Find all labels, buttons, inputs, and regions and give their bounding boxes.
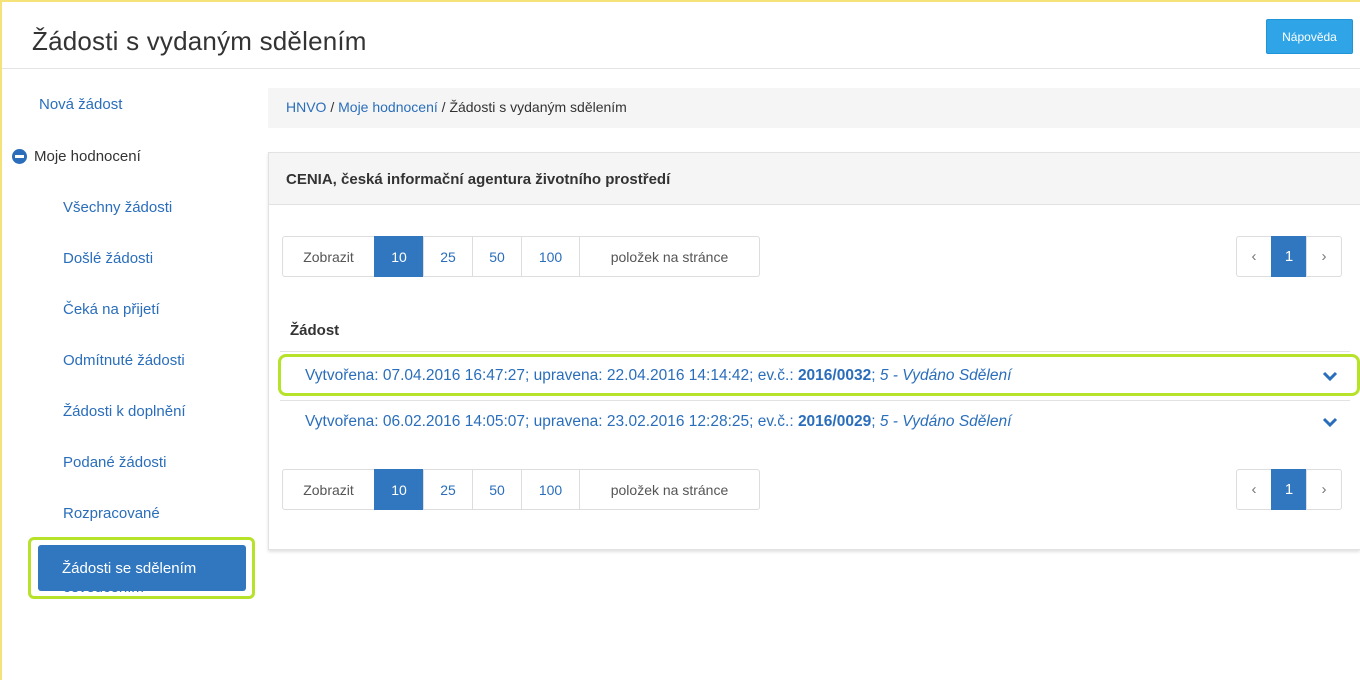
ev-number: 2016/0032 (797, 367, 872, 384)
sidebar-group-label: Moje hodnocení (34, 148, 141, 165)
help-button[interactable]: Nápověda (1266, 19, 1353, 54)
ev-number: 2016/0029 (797, 413, 872, 430)
minus-circle-icon[interactable] (12, 149, 27, 164)
table-row-divider (280, 400, 1350, 401)
pagination-next-button[interactable]: › (1306, 236, 1342, 277)
page-size-option-25[interactable]: 25 (423, 236, 473, 277)
column-header-request: Žádost (290, 322, 340, 339)
breadcrumb-separator: / (330, 99, 339, 115)
page-size-option-25[interactable]: 25 (423, 469, 473, 510)
page-size-option-100[interactable]: 100 (521, 469, 580, 510)
page-size-prefix: Zobrazit (282, 236, 375, 277)
pagination-prev-button[interactable]: ‹ (1236, 236, 1272, 277)
page-size-option-10[interactable]: 10 (374, 236, 424, 277)
pagination-page-1[interactable]: 1 (1271, 236, 1307, 277)
table-row[interactable]: Vytvořena: 06.02.2016 14:05:07; upravena… (305, 413, 1011, 431)
page-size-prefix: Zobrazit (282, 469, 375, 510)
page-size-option-10[interactable]: 10 (374, 469, 424, 510)
page-size-selector-bottom: Zobrazit 10 25 50 100 položek na stránce (282, 469, 760, 510)
sidebar-item-all-requests[interactable]: Všechny žádosti (63, 199, 172, 216)
page-size-option-50[interactable]: 50 (472, 469, 522, 510)
status-text: 5 - Vydáno Sdělení (879, 367, 1012, 384)
status-text: 5 - Vydáno Sdělení (879, 413, 1012, 430)
pagination-bottom: ‹ 1 › (1236, 469, 1342, 510)
sidebar-group-my-evaluations[interactable]: Moje hodnocení (12, 148, 141, 165)
panel-heading: CENIA, česká informační agentura životní… (269, 153, 1360, 205)
sidebar-item-received-requests[interactable]: Došlé žádosti (63, 250, 153, 267)
breadcrumb: HNVO / Moje hodnocení / Žádosti s vydaný… (268, 88, 1360, 128)
chevron-down-icon[interactable] (1322, 417, 1338, 429)
breadcrumb-parent-link[interactable]: Moje hodnocení (338, 99, 438, 115)
page-size-suffix: položek na stránce (579, 236, 760, 277)
sidebar-item-awaiting-acceptance[interactable]: Čeká na přijetí (63, 301, 160, 318)
sidebar-item-new-request[interactable]: Nová žádost (39, 96, 122, 113)
sidebar-item-rejected-requests[interactable]: Odmítnuté žádosti (63, 352, 185, 369)
sidebar-item-requests-to-complete[interactable]: Žádosti k doplnění (63, 403, 186, 420)
sidebar-item-requests-with-notice[interactable]: Žádosti se sdělením (38, 545, 246, 591)
pagination-page-1[interactable]: 1 (1271, 469, 1307, 510)
page-size-selector-top: Zobrazit 10 25 50 100 položek na stránce (282, 236, 760, 277)
page-size-suffix: položek na stránce (579, 469, 760, 510)
page-size-option-100[interactable]: 100 (521, 236, 580, 277)
pagination-top: ‹ 1 › (1236, 236, 1342, 277)
page-title: Žádosti s vydaným sdělením (32, 26, 367, 56)
page-size-option-50[interactable]: 50 (472, 236, 522, 277)
page-header: Žádosti s vydaným sdělením Nápověda (2, 2, 1360, 69)
chevron-down-icon[interactable] (1322, 371, 1338, 383)
pagination-next-button[interactable]: › (1306, 469, 1342, 510)
breadcrumb-current: Žádosti s vydaným sdělením (449, 99, 627, 115)
table-header-divider (280, 351, 1350, 352)
pagination-prev-button[interactable]: ‹ (1236, 469, 1272, 510)
breadcrumb-root-link[interactable]: HNVO (286, 99, 326, 115)
sidebar-item-in-progress[interactable]: Rozpracované (63, 505, 160, 522)
table-row[interactable]: Vytvořena: 07.04.2016 16:47:27; upravena… (305, 367, 1011, 385)
sidebar-item-submitted-requests[interactable]: Podané žádosti (63, 454, 166, 471)
